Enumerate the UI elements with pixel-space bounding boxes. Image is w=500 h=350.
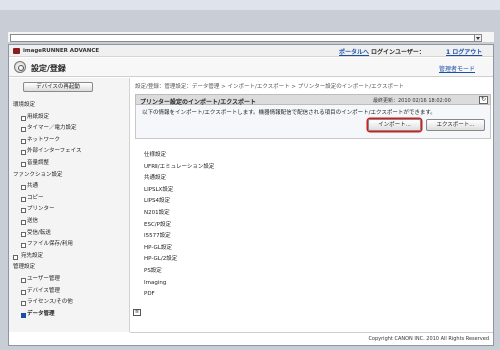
restart-device-button[interactable]: デバイスの再起動	[23, 82, 93, 92]
nav-item-printer[interactable]: プリンター	[9, 204, 130, 216]
list-item: Imaging	[144, 279, 167, 286]
breadcrumb: 設定/登録：管理設定：データ管理 > インポート/エクスポート > プリンター設…	[135, 84, 404, 90]
footer: Copyright CANON INC. 2010 All Rights Res…	[130, 332, 493, 345]
nav-item-common[interactable]: 共通	[9, 181, 130, 193]
app-window: imageRUNNER ADVANCE ポータルへ ログインユーザー： 1 ログ…	[8, 44, 494, 346]
nav-item-external-interface[interactable]: 外部インターフェイス	[9, 146, 130, 158]
list-item: ESC/P設定	[144, 221, 171, 228]
panel-header: プリンター設定のインポート/エクスポート 最終更新：2010 02/16 18:…	[135, 94, 491, 106]
refresh-icon[interactable]: ↻	[479, 96, 488, 104]
nav-item-data-management[interactable]: データ管理	[9, 309, 130, 321]
address-dropdown[interactable]	[10, 34, 480, 42]
list-item: HP-GL設定	[144, 244, 172, 251]
top-header: imageRUNNER ADVANCE ポータルへ ログインユーザー： 1 ログ…	[9, 45, 493, 57]
list-item: HP-GL/2設定	[144, 256, 178, 263]
nav-item-paper[interactable]: 用紙設定	[9, 112, 130, 124]
export-button[interactable]: エクスポート...	[426, 119, 485, 131]
nav-heading-preferences: 環境設定	[13, 102, 36, 108]
login-user-label: ログインユーザー：	[371, 49, 425, 56]
nav-heading-function: ファンクション設定	[13, 171, 63, 178]
import-button[interactable]: インポート...	[368, 119, 421, 131]
copyright: Copyright CANON INC. 2010 All Rights Res…	[368, 336, 489, 342]
admin-mode-link[interactable]: 管理者モード	[439, 64, 475, 73]
list-item: LIPSLX設定	[144, 186, 174, 193]
nav-item-timer-power[interactable]: タイマー／電力設定	[9, 123, 130, 135]
nav-item-user-management[interactable]: ユーザー管理	[9, 274, 130, 286]
nav-item-destination[interactable]: 宛先設定	[9, 251, 130, 263]
last-updated: 最終更新：2010 02/16 18:02:00	[373, 98, 451, 104]
nav-item-volume[interactable]: 音量調整	[9, 158, 130, 170]
sidebar: デバイスの再起動 環境設定 用紙設定 タイマー／電力設定 ネットワーク 外部イン…	[9, 78, 130, 332]
list-item: PDF	[144, 291, 155, 298]
brand-name: imageRUNNER ADVANCE	[23, 48, 100, 54]
panel-description: 以下の情報をインポート/エクスポートします。機器情報配信で配信される項目のインポ…	[142, 110, 436, 116]
logout-link[interactable]: 1 ログアウト	[446, 47, 482, 56]
nav-item-copy[interactable]: コピー	[9, 193, 130, 205]
title-bar: 設定/登録 管理者モード	[9, 58, 493, 77]
nav-item-license-other[interactable]: ライセンス/その他	[9, 297, 130, 309]
list-item: 共通設定	[144, 175, 167, 182]
panel-body: 以下の情報をインポート/エクスポートします。機器情報配信で配信される項目のインポ…	[135, 105, 491, 139]
sidebar-nav: 環境設定 用紙設定 タイマー／電力設定 ネットワーク 外部インターフェイス 音量…	[9, 100, 130, 320]
nav-heading-management: 管理設定	[13, 264, 36, 271]
list-item: PS設定	[144, 267, 162, 274]
canon-logo-icon	[13, 48, 20, 54]
nav-item-receive-forward[interactable]: 受信/転送	[9, 228, 130, 240]
list-item: 仕様設定	[144, 152, 167, 158]
list-item: N201設定	[144, 209, 170, 216]
portal-link[interactable]: ポータルへ	[339, 47, 369, 56]
settings-list: 仕様設定 UFRⅡ/エミュレーション設定 共通設定 LIPSLX設定 LIPS4…	[144, 150, 344, 301]
page-top-icon[interactable]: ≡	[133, 309, 141, 316]
nav-item-send[interactable]: 送信	[9, 216, 130, 228]
nav-item-network[interactable]: ネットワーク	[9, 135, 130, 147]
page-title: 設定/登録	[31, 64, 66, 73]
nav-item-store-access[interactable]: ファイル保存/利用	[9, 239, 130, 251]
list-item: I5577設定	[144, 233, 171, 240]
dropdown-arrow-icon[interactable]	[474, 34, 482, 42]
browser-top-strip	[0, 0, 500, 10]
list-item: UFRⅡ/エミュレーション設定	[144, 163, 215, 170]
list-item: LIPS4設定	[144, 198, 170, 205]
nav-item-device-management[interactable]: デバイス管理	[9, 286, 130, 298]
settings-icon	[14, 61, 26, 73]
